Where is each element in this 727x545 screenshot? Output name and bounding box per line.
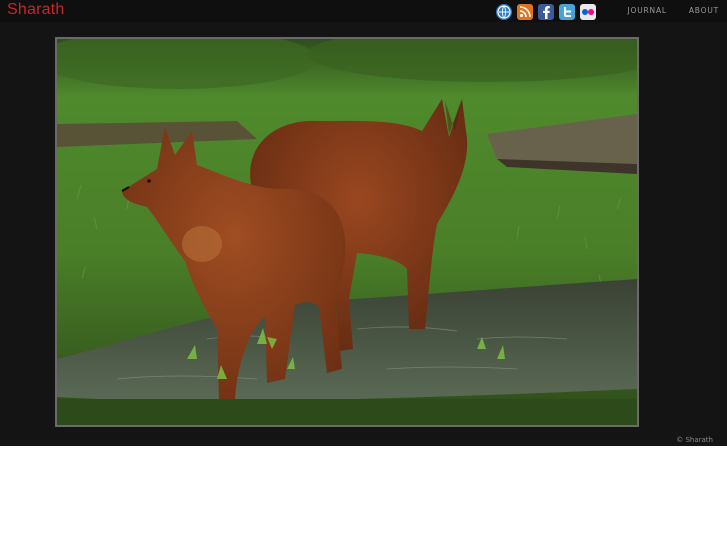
flickr-icon[interactable]	[580, 4, 596, 20]
website-icon[interactable]	[496, 4, 512, 20]
rss-icon[interactable]	[517, 4, 533, 20]
copyright-notice: © Sharath	[676, 436, 713, 444]
site-logo[interactable]: Sharath	[7, 1, 64, 19]
featured-photo[interactable]	[55, 37, 639, 427]
main-nav: JOURNAL ABOUT	[628, 6, 719, 15]
social-icons	[496, 4, 596, 20]
nav-journal[interactable]: JOURNAL	[628, 6, 667, 15]
top-bar: Sharath JOURNAL ABOUT	[0, 0, 727, 22]
dholes-photo	[57, 39, 637, 425]
nav-about[interactable]: ABOUT	[689, 6, 719, 15]
facebook-icon[interactable]	[538, 4, 554, 20]
twitter-icon[interactable]	[559, 4, 575, 20]
